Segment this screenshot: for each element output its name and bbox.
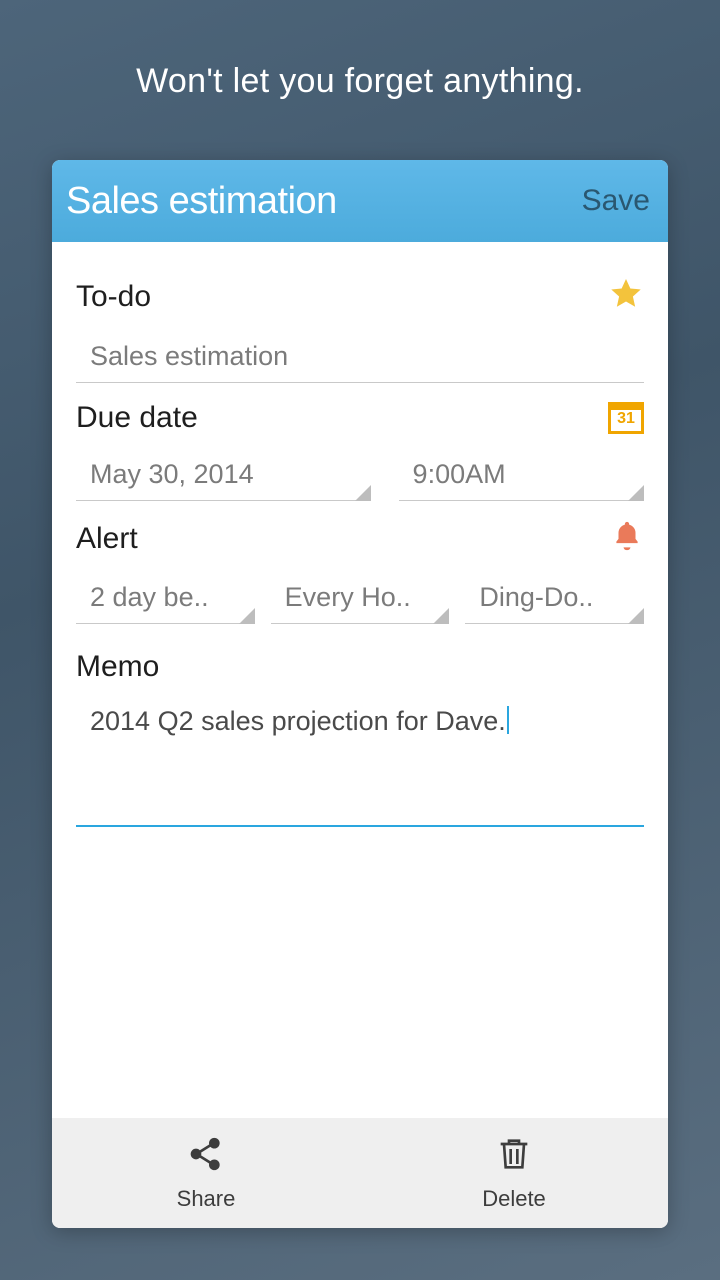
calendar-icon[interactable]: 31 [608,402,644,434]
card-body: To-do Due date 31 May 30, 2014 9:00AM Al… [52,242,668,1118]
save-button[interactable]: Save [582,184,650,218]
due-date-picker[interactable]: May 30, 2014 [76,449,371,501]
card-header: Sales estimation Save [52,160,668,242]
todo-header-row: To-do [76,276,644,317]
share-label: Share [177,1186,236,1212]
trash-icon [494,1134,534,1180]
alert-label: Alert [76,522,138,556]
calendar-day: 31 [611,411,641,427]
todo-label: To-do [76,280,151,314]
bell-icon[interactable] [610,519,644,558]
delete-button[interactable]: Delete [360,1118,668,1228]
alert-lead-picker[interactable]: 2 day be.. [76,572,255,624]
promo-tagline: Won't let you forget anything. [0,0,720,101]
text-caret [507,706,509,734]
due-header-row: Due date 31 [76,401,644,435]
task-card: Sales estimation Save To-do Due date 31 … [52,160,668,1228]
alert-sound-picker[interactable]: Ding-Do.. [465,572,644,624]
share-icon [186,1134,226,1180]
due-time-picker[interactable]: 9:00AM [399,449,644,501]
star-icon[interactable] [608,276,644,317]
memo-input[interactable]: 2014 Q2 sales projection for Dave. [76,698,644,827]
alert-header-row: Alert [76,519,644,558]
card-title: Sales estimation [66,180,337,223]
alert-repeat-picker[interactable]: Every Ho.. [271,572,450,624]
memo-label: Memo [76,650,159,684]
memo-text: 2014 Q2 sales projection for Dave. [90,706,506,736]
share-button[interactable]: Share [52,1118,360,1228]
bottom-toolbar: Share Delete [52,1118,668,1228]
memo-header-row: Memo [76,650,644,684]
delete-label: Delete [482,1186,546,1212]
todo-input[interactable] [76,331,644,383]
due-label: Due date [76,401,198,435]
